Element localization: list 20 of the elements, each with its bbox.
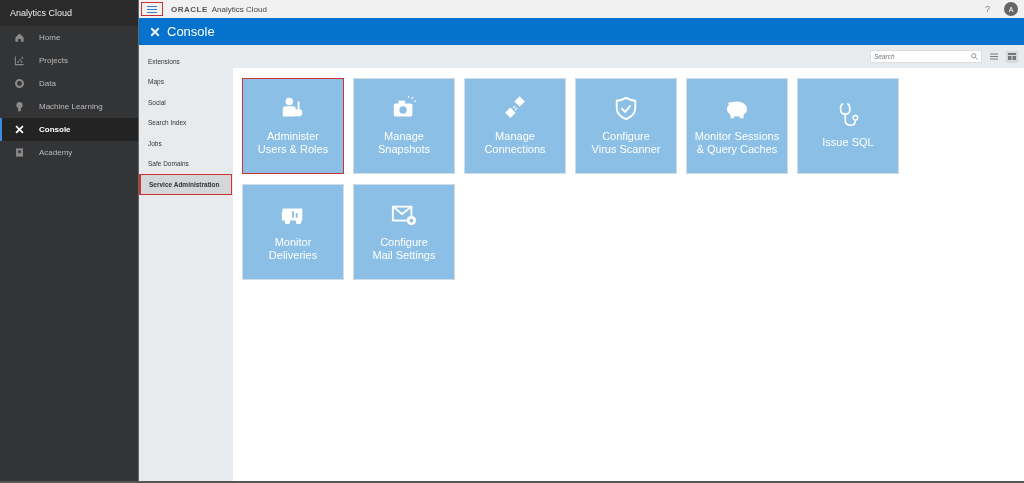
menu-button[interactable] — [141, 2, 163, 16]
sidebar-item[interactable]: Machine Learning — [0, 95, 138, 118]
brand-logo: ORACLE — [171, 4, 208, 14]
sidebar-item[interactable]: Projects — [0, 49, 138, 72]
sidebar-item[interactable]: Home — [0, 26, 138, 49]
bulb-icon — [14, 101, 25, 112]
menu-icon — [147, 5, 157, 13]
search-icon — [971, 53, 978, 60]
list-view-button[interactable] — [988, 50, 1000, 63]
sidebar-item[interactable]: Data — [0, 72, 138, 95]
shield-icon — [613, 95, 639, 122]
page-title: Console — [167, 24, 215, 39]
grid-view-button[interactable] — [1006, 50, 1018, 63]
sidebar-item[interactable]: Console — [0, 118, 138, 141]
product-name: Analytics Cloud — [211, 4, 267, 14]
app-title: Analytics Cloud — [0, 0, 138, 26]
sidebar-item[interactable]: Academy — [0, 141, 138, 164]
help-button[interactable]: ? — [985, 4, 990, 14]
chart-icon — [14, 55, 25, 66]
home-icon — [14, 32, 25, 43]
